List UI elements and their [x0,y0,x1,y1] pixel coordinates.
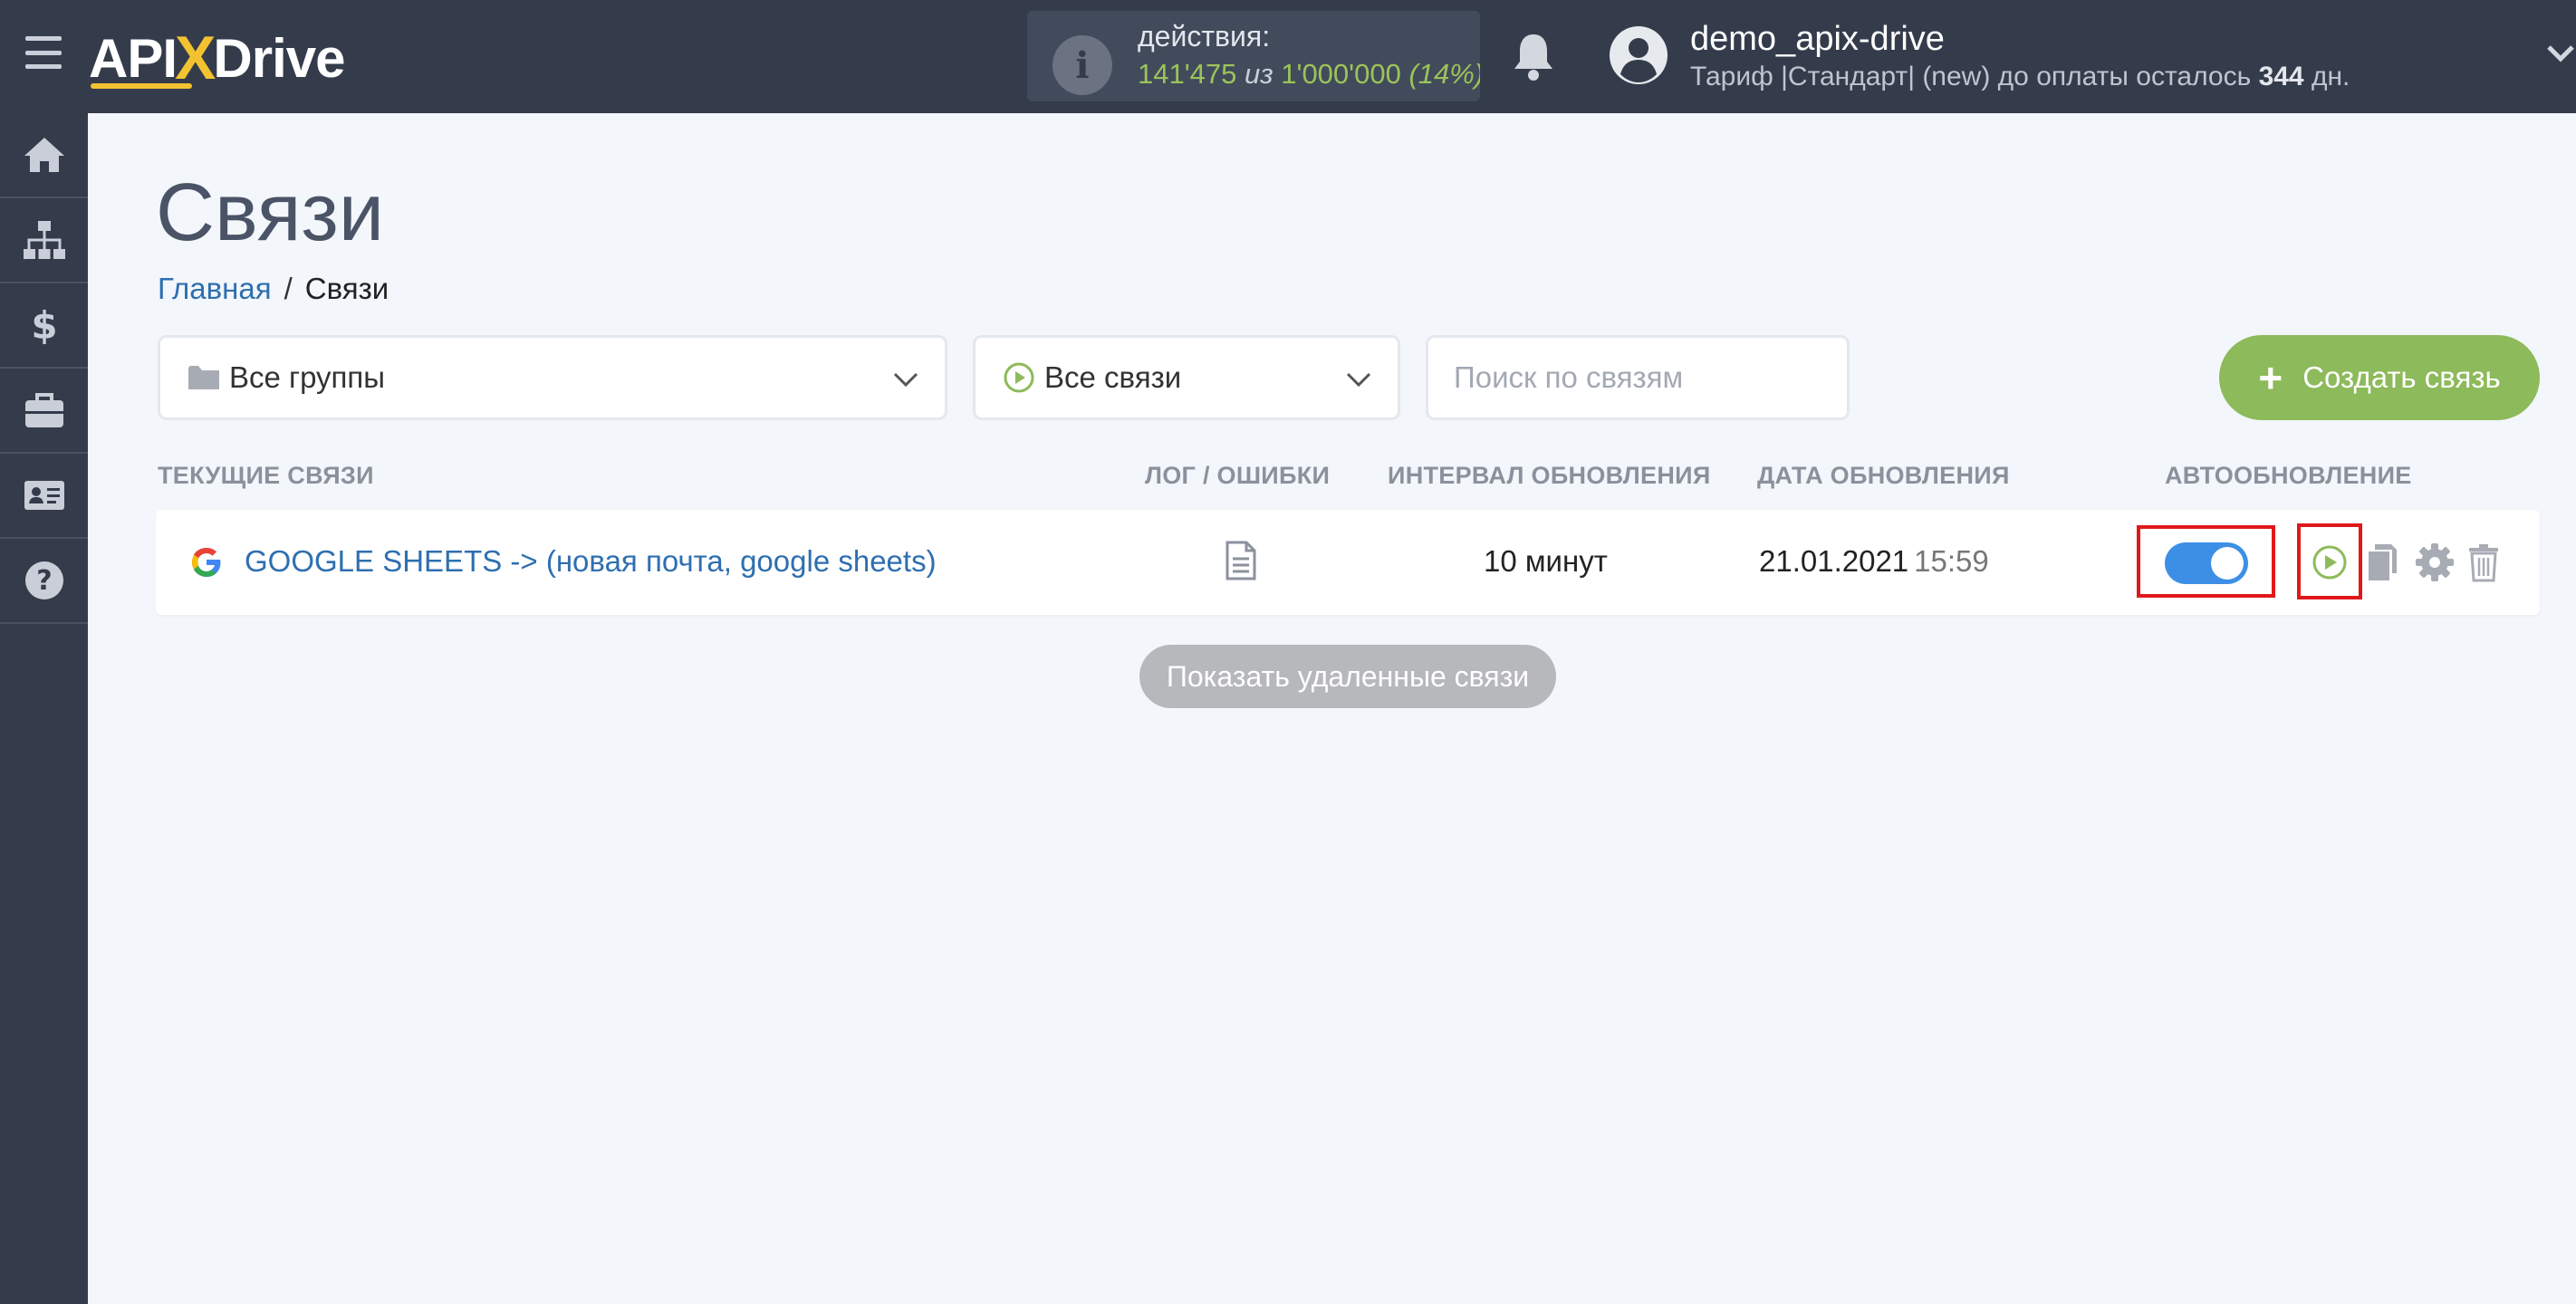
toggle-highlight-frame [2137,525,2275,598]
document-icon[interactable] [1225,541,1257,580]
groups-select[interactable]: Все группы [158,335,947,420]
svg-text:$: $ [31,303,57,348]
chevron-down-icon [1346,372,1371,388]
link-name[interactable]: GOOGLE SHEETS -> (новая почта, google sh… [245,544,937,579]
menu-icon[interactable] [25,36,62,69]
create-link-button[interactable]: + Создать связь [2219,335,2540,420]
logo-underline [91,83,192,89]
sidebar-item-billing[interactable]: $ [0,283,88,369]
user-name[interactable]: demo_apix-drive [1690,20,1945,59]
id-card-icon [24,481,64,510]
sidebar-item-profile[interactable] [0,454,88,539]
home-icon [24,138,64,172]
sidebar-item-services[interactable] [0,369,88,454]
sidebar-item-home[interactable] [0,113,88,198]
breadcrumb: Главная / Связи [158,272,389,305]
header-update-interval: ИНТЕРВАЛ ОБНОВЛЕНИЯ [1388,462,1711,489]
trash-icon[interactable] [2467,542,2500,582]
search-input[interactable] [1426,335,1850,420]
folder-icon [188,366,219,389]
plus-icon: + [2258,354,2283,401]
question-icon: ? [24,561,63,599]
actions-label: действия: [1138,20,1271,53]
user-avatar-icon[interactable] [1609,25,1668,85]
table-row: GOOGLE SHEETS -> (новая почта, google sh… [156,510,2540,615]
page-title: Связи [156,168,385,258]
breadcrumb-current: Связи [304,272,389,305]
top-bar: API X Drive i действия: 141'475 из 1'000'0… [0,0,2576,113]
info-icon: i [1053,35,1112,95]
google-icon [192,548,221,577]
copy-icon[interactable] [2366,542,2398,582]
svg-text:?: ? [36,565,52,597]
sidebar-item-links[interactable] [0,198,88,283]
gear-icon[interactable] [2415,542,2455,582]
dollar-icon: $ [31,303,57,348]
play-circle-icon [1004,362,1034,393]
sidebar-item-help[interactable]: ? [0,539,88,624]
update-date: 21.01.2021 15:59 [1759,544,1989,578]
sitemap-icon [23,221,65,259]
update-interval: 10 минут [1484,544,1608,578]
briefcase-icon [24,393,63,427]
header-current-links: ТЕКУЩИЕ СВЯЗИ [158,462,374,489]
chevron-down-icon [893,372,918,388]
actions-value: 141'475 из 1'000'000 (14%) [1138,58,1480,90]
show-deleted-links-button[interactable]: Показать удаленные связи [1139,645,1556,708]
sidebar: $ ? [0,113,88,1304]
user-tariff: Тариф |Стандарт| (new) до оплаты осталос… [1690,62,2350,91]
chevron-down-icon[interactable] [2545,40,2576,67]
actions-counter: i действия: 141'475 из 1'000'000 (14%) [1027,11,1480,101]
play-highlight-frame [2297,523,2362,599]
links-status-select[interactable]: Все связи [973,335,1400,420]
header-autoupdate: АВТООБНОВЛЕНИЕ [2165,462,2412,489]
bell-icon[interactable] [1511,31,1556,82]
header-log-errors: ЛОГ / ОШИБКИ [1145,462,1331,489]
header-update-date: ДАТА ОБНОВЛЕНИЯ [1757,462,2010,489]
breadcrumb-home-link[interactable]: Главная [158,272,272,305]
